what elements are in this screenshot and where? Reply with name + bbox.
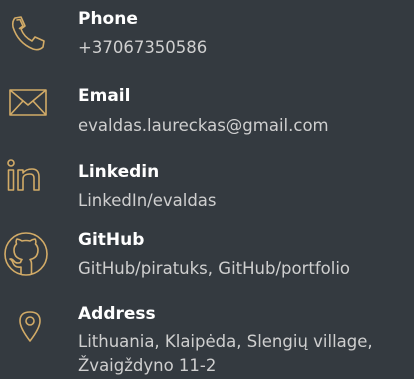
- envelope-icon: [6, 80, 50, 124]
- github-links: GitHub/piratuks, GitHub/portfolio: [78, 257, 350, 281]
- contact-label: Email: [78, 86, 131, 106]
- contact-label: Address: [78, 304, 156, 324]
- address-text: Lithuania, Klaipėda, Slengių village, Žv…: [78, 332, 373, 375]
- phone-icon: [6, 12, 50, 56]
- location-pin-icon: [12, 308, 48, 344]
- email-link[interactable]: evaldas.laureckas@gmail.com: [78, 114, 329, 138]
- phone-number-link[interactable]: +37067350586: [78, 36, 207, 60]
- contact-label: Phone: [78, 9, 138, 29]
- contact-label: Linkedin: [78, 162, 160, 182]
- contact-label: GitHub: [78, 230, 145, 250]
- linkedin-link[interactable]: LinkedIn/evaldas: [78, 189, 217, 213]
- github-portfolio-link[interactable]: GitHub/portfolio: [218, 259, 350, 278]
- link-separator: ,: [207, 259, 219, 278]
- linkedin-icon: [4, 155, 48, 199]
- github-icon: [2, 230, 50, 278]
- github-profile-link[interactable]: GitHub/piratuks: [78, 259, 208, 278]
